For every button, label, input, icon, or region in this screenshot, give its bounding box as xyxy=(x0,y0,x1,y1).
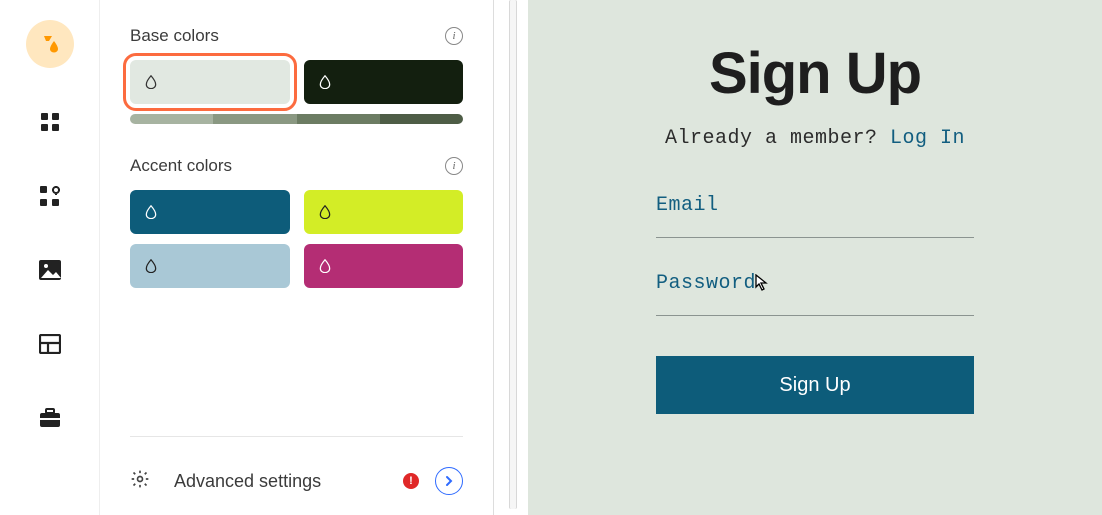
base-swatch-dark[interactable] xyxy=(304,60,464,104)
color-editor-panel: Base colors i Accent colors i xyxy=(100,0,494,515)
input-underline xyxy=(656,237,974,238)
drop-icon xyxy=(318,75,332,89)
base-swatch-light[interactable] xyxy=(130,60,290,104)
nav-theme-icon[interactable] xyxy=(26,20,74,68)
member-subtext: Already a member? Log In xyxy=(576,127,1054,150)
nav-settings-grid-icon[interactable] xyxy=(30,176,70,216)
email-field[interactable]: Email xyxy=(576,194,1054,238)
nav-apps-icon[interactable] xyxy=(30,102,70,142)
advanced-settings-row[interactable]: Advanced settings ! xyxy=(130,436,463,495)
accent-swatch-lightblue[interactable] xyxy=(130,244,290,288)
signup-heading: Sign Up xyxy=(576,40,1054,107)
base-swatch-row xyxy=(130,60,463,104)
nav-image-icon[interactable] xyxy=(30,250,70,290)
input-underline xyxy=(656,315,974,316)
login-link[interactable]: Log In xyxy=(890,127,965,150)
nav-briefcase-icon[interactable] xyxy=(30,398,70,438)
email-label: Email xyxy=(656,194,974,217)
nav-layout-icon[interactable] xyxy=(30,324,70,364)
accent-swatch-row-2 xyxy=(130,244,463,288)
drop-icon xyxy=(144,259,158,273)
page-edge-decoration xyxy=(509,0,517,509)
signup-form-preview: Sign Up Already a member? Log In Email P… xyxy=(528,0,1102,515)
password-field[interactable]: Password xyxy=(576,272,1054,316)
base-shade-strip xyxy=(130,114,463,124)
info-icon[interactable]: i xyxy=(445,157,463,175)
base-colors-header: Base colors i xyxy=(130,26,463,46)
drop-icon xyxy=(318,205,332,219)
warning-icon: ! xyxy=(403,473,419,489)
gear-icon xyxy=(130,469,150,494)
advanced-settings-label: Advanced settings xyxy=(174,471,387,492)
base-colors-label: Base colors xyxy=(130,26,219,46)
drop-icon xyxy=(144,205,158,219)
accent-swatch-teal[interactable] xyxy=(130,190,290,234)
left-nav-rail xyxy=(0,0,100,515)
info-icon[interactable]: i xyxy=(445,27,463,45)
chevron-right-icon[interactable] xyxy=(435,467,463,495)
accent-colors-header: Accent colors i xyxy=(130,156,463,176)
drop-icon xyxy=(144,75,158,89)
drop-icon xyxy=(318,259,332,273)
password-label: Password xyxy=(656,272,974,295)
member-text: Already a member? xyxy=(665,127,890,150)
signup-button-label: Sign Up xyxy=(779,374,850,397)
accent-swatch-lime[interactable] xyxy=(304,190,464,234)
accent-swatch-row-1 xyxy=(130,190,463,234)
accent-colors-label: Accent colors xyxy=(130,156,232,176)
preview-pane: Sign Up Already a member? Log In Email P… xyxy=(494,0,1102,515)
accent-swatch-magenta[interactable] xyxy=(304,244,464,288)
signup-button[interactable]: Sign Up xyxy=(656,356,974,414)
